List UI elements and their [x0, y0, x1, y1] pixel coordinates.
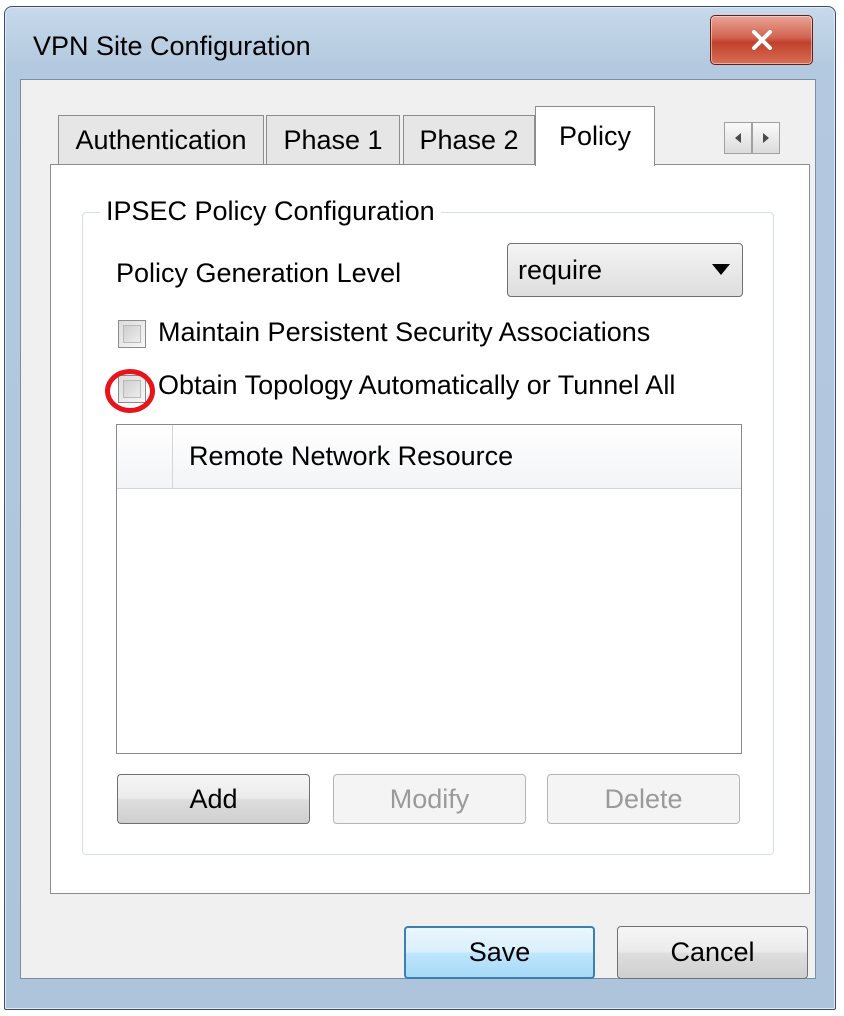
tab-scroll-left-button[interactable] [724, 122, 752, 154]
scroll-left-icon [735, 133, 741, 143]
policy-generation-level-label: Policy Generation Level [116, 258, 402, 288]
tab-scroll-right-button[interactable] [752, 122, 780, 154]
tab-authentication[interactable]: Authentication [58, 115, 264, 165]
tab-label: Phase 1 [283, 125, 383, 155]
maintain-persistent-sa-checkbox[interactable] [118, 320, 146, 348]
tab-label: Authentication [75, 125, 247, 155]
tab-phase-1[interactable]: Phase 1 [266, 115, 400, 165]
maintain-persistent-sa-label: Maintain Persistent Security Association… [158, 317, 651, 347]
remote-network-resource-list[interactable]: Remote Network Resource [116, 424, 742, 754]
highlight-circle [105, 369, 155, 413]
tab-label: Policy [558, 121, 632, 151]
tab-label: Phase 2 [419, 125, 519, 155]
tab-policy[interactable]: Policy [535, 106, 655, 166]
remote-network-resource-column-header[interactable]: Remote Network Resource [189, 441, 513, 472]
group-label: IPSEC Policy Configuration [100, 196, 441, 227]
scroll-right-icon [763, 133, 769, 143]
modify-button[interactable]: Modify [333, 774, 526, 824]
close-button[interactable] [710, 15, 813, 65]
chevron-down-icon [712, 264, 730, 275]
policy-generation-level-select[interactable]: require [507, 243, 743, 297]
selected-value: require [518, 254, 603, 285]
list-header: Remote Network Resource [117, 425, 741, 489]
save-button[interactable]: Save [404, 926, 595, 979]
cancel-button[interactable]: Cancel [617, 926, 808, 979]
window-title: VPN Site Configuration [33, 31, 311, 61]
list-body[interactable] [117, 489, 741, 753]
add-button[interactable]: Add [117, 774, 310, 824]
obtain-topology-label: Obtain Topology Automatically or Tunnel … [158, 370, 676, 400]
delete-button[interactable]: Delete [547, 774, 740, 824]
tab-phase-2[interactable]: Phase 2 [403, 115, 535, 165]
row-select-column-header[interactable] [117, 425, 173, 488]
close-icon [751, 30, 772, 50]
